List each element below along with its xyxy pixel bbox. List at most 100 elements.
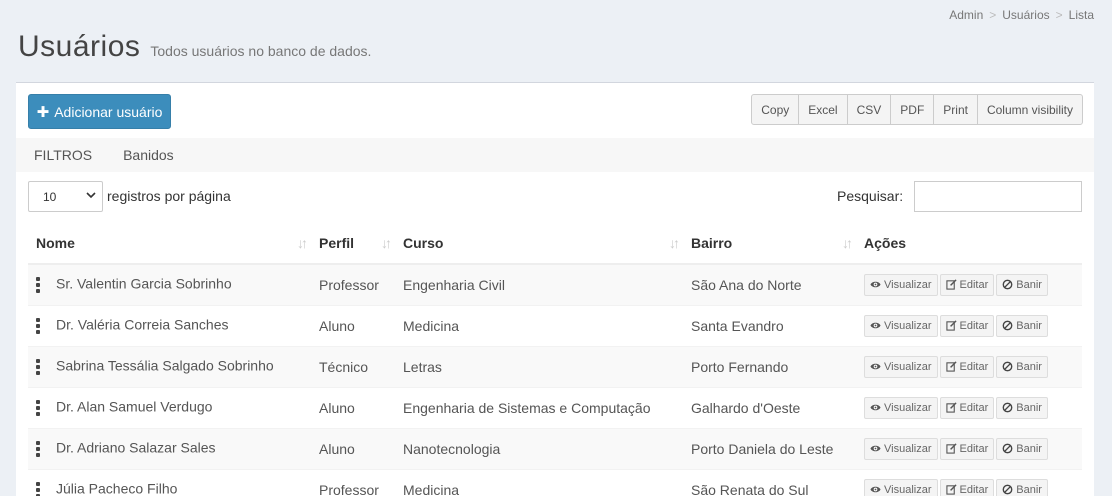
cell-perfil: Aluno [311, 386, 395, 428]
cell-nome: Dr. Alan Samuel Verdugo [28, 386, 311, 428]
view-label: Visualizar [884, 442, 932, 455]
ban-label: Banir [1016, 319, 1042, 332]
cell-bairro: Porto Daniela do Leste [683, 427, 856, 469]
cell-perfil: Professor [311, 263, 395, 305]
edit-button[interactable]: Editar [939, 314, 995, 337]
sort-icon: ↓↑ [842, 235, 853, 251]
cell-acoes: Visualizar Editar Banir [856, 427, 1082, 469]
ban-label: Banir [1016, 401, 1042, 414]
view-label: Visualizar [884, 360, 932, 373]
ban-button[interactable]: Banir [996, 478, 1048, 496]
excel-button[interactable]: Excel [799, 95, 848, 124]
cell-acoes: Visualizar Editar Banir [856, 304, 1082, 346]
drag-handle-icon[interactable] [36, 398, 40, 418]
drag-handle-icon[interactable] [36, 357, 40, 377]
eye-icon [870, 282, 881, 288]
view-button[interactable]: Visualizar [864, 396, 938, 419]
user-name: Dr. Alan Samuel Verdugo [56, 398, 213, 415]
ban-icon [1002, 320, 1013, 331]
ban-label: Banir [1016, 360, 1042, 373]
view-label: Visualizar [884, 483, 932, 496]
cell-bairro: São Ana do Norte [683, 263, 856, 305]
column-header-label: Curso [403, 235, 444, 251]
ban-button[interactable]: Banir [996, 396, 1048, 419]
edit-icon [945, 484, 957, 495]
edit-button[interactable]: Editar [939, 478, 995, 496]
edit-label: Editar [959, 278, 989, 291]
ban-icon [1002, 443, 1013, 454]
users-table: Nome ↓↑ Perfil ↓↑ Curso ↓↑ Bairro ↓↑ Açõ… [28, 223, 1082, 496]
edit-label: Editar [959, 442, 989, 455]
add-user-button[interactable]: ✚ Adicionar usuário [28, 94, 171, 129]
users-box: ✚ Adicionar usuário Copy Excel CSV PDF P… [16, 82, 1094, 496]
page-title: Usuários [18, 30, 141, 63]
tab-banidos[interactable]: Banidos [123, 147, 174, 163]
edit-icon [945, 361, 957, 372]
cell-nome: Dr. Adriano Salazar Sales [28, 427, 311, 469]
ban-button[interactable]: Banir [996, 314, 1048, 337]
pdf-button[interactable]: PDF [891, 95, 935, 124]
cell-curso: Medicina [395, 468, 683, 496]
print-button[interactable]: Print [934, 95, 978, 124]
edit-button[interactable]: Editar [939, 437, 995, 460]
edit-button[interactable]: Editar [939, 396, 995, 419]
csv-button[interactable]: CSV [848, 95, 892, 124]
page-length-select[interactable]: 10 [28, 181, 103, 212]
breadcrumb-lista: Lista [1068, 8, 1094, 22]
breadcrumb-admin[interactable]: Admin [949, 8, 983, 22]
view-button[interactable]: Visualizar [864, 437, 938, 460]
edit-button[interactable]: Editar [939, 273, 995, 296]
add-user-label: Adicionar usuário [54, 103, 163, 120]
drag-handle-icon[interactable] [36, 480, 40, 496]
ban-button[interactable]: Banir [996, 355, 1048, 378]
ban-icon [1002, 361, 1013, 372]
eye-icon [870, 404, 881, 411]
drag-handle-icon[interactable] [36, 439, 40, 459]
ban-button[interactable]: Banir [996, 437, 1048, 460]
breadcrumb: Admin > Usuários > Lista [949, 8, 1094, 22]
tab-filtros[interactable]: FILTROS [34, 147, 92, 163]
sort-icon: ↓↑ [381, 235, 392, 251]
view-button[interactable]: Visualizar [864, 355, 938, 378]
column-header-label: Bairro [691, 235, 733, 251]
cell-perfil: Aluno [311, 304, 395, 346]
edit-label: Editar [959, 401, 989, 414]
ban-button[interactable]: Banir [996, 273, 1048, 296]
drag-handle-icon[interactable] [36, 275, 40, 295]
column-header-nome[interactable]: Nome ↓↑ [28, 223, 311, 265]
copy-button[interactable]: Copy [752, 95, 800, 124]
cell-curso: Engenharia de Sistemas e Computação [395, 386, 683, 428]
eye-icon [870, 363, 881, 370]
breadcrumb-usuarios[interactable]: Usuários [1002, 8, 1049, 22]
export-button-group: Copy Excel CSV PDF Print Column visibili… [751, 94, 1083, 125]
column-header-perfil[interactable]: Perfil ↓↑ [311, 223, 395, 265]
table-row: Dr. Alan Samuel Verdugo Aluno Engenharia… [28, 386, 1082, 428]
search-label: Pesquisar: [837, 188, 904, 204]
edit-icon [945, 320, 957, 331]
view-button[interactable]: Visualizar [864, 478, 938, 496]
user-name: Sr. Valentin Garcia Sobrinho [56, 275, 232, 292]
cell-nome: Sr. Valentin Garcia Sobrinho [28, 263, 311, 305]
column-header-label: Nome [36, 235, 75, 251]
table-row: Dr. Adriano Salazar Sales Aluno Nanotecn… [28, 427, 1082, 469]
cell-perfil: Professor [311, 468, 395, 496]
column-header-curso[interactable]: Curso ↓↑ [395, 223, 683, 265]
user-name: Júlia Pacheco Filho [56, 480, 178, 496]
drag-handle-icon[interactable] [36, 316, 40, 336]
chevron-down-icon [86, 192, 96, 199]
cell-bairro: Galhardo d'Oeste [683, 386, 856, 428]
page-length-value: 10 [43, 189, 57, 204]
cell-curso: Nanotecnologia [395, 427, 683, 469]
eye-icon [870, 445, 881, 452]
cell-acoes: Visualizar Editar Banir [856, 263, 1082, 305]
cell-perfil: Aluno [311, 427, 395, 469]
plus-icon: ✚ [36, 103, 50, 121]
view-button[interactable]: Visualizar [864, 314, 938, 337]
cell-acoes: Visualizar Editar Banir [856, 468, 1082, 496]
search-input[interactable] [914, 181, 1082, 212]
column-header-bairro[interactable]: Bairro ↓↑ [683, 223, 856, 265]
ban-icon [1002, 402, 1013, 413]
view-button[interactable]: Visualizar [864, 273, 938, 296]
edit-button[interactable]: Editar [939, 355, 995, 378]
column-visibility-button[interactable]: Column visibility [978, 95, 1082, 124]
